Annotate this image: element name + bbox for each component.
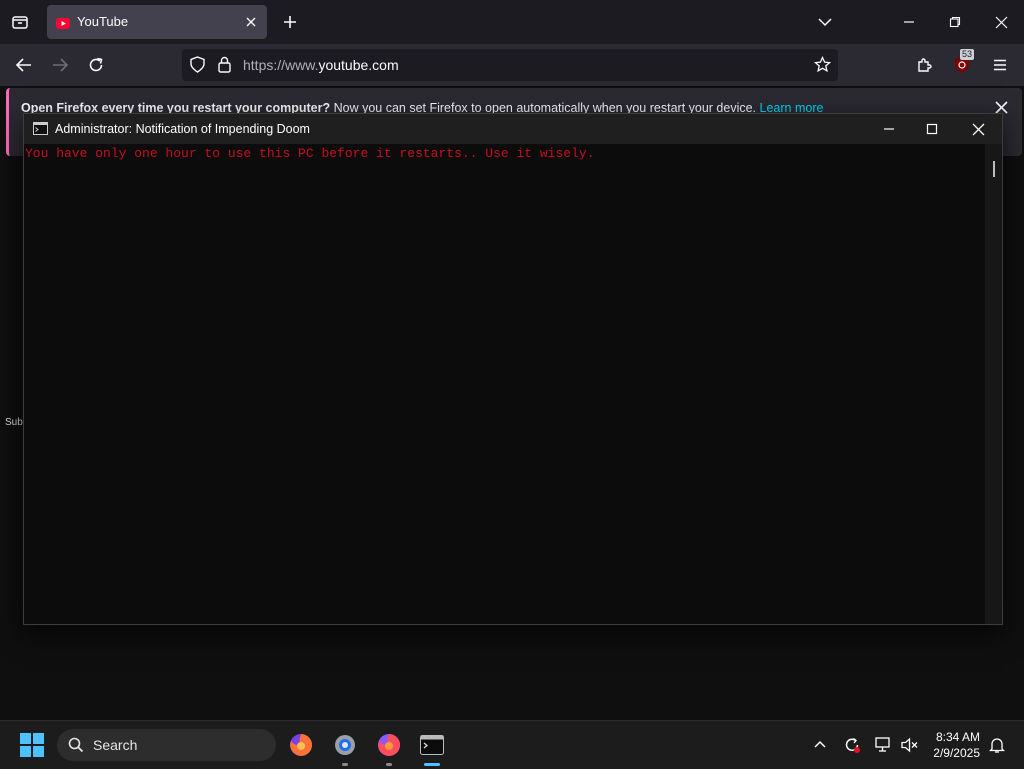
console-title-bar[interactable]: Administrator: Notification of Impending… <box>24 114 1002 144</box>
tab-list-chevron-down-icon[interactable] <box>814 11 836 33</box>
network-status-icon[interactable] <box>873 734 895 756</box>
console-app-icon <box>33 122 48 140</box>
console-minimize-icon[interactable] <box>878 118 900 140</box>
window-restore-icon[interactable] <box>944 11 966 33</box>
console-output-line: You have only one hour to use this PC be… <box>25 146 595 161</box>
settings-running-indicator <box>342 763 348 766</box>
forward-arrow-icon[interactable] <box>48 53 72 77</box>
terminal-active-indicator <box>424 763 440 766</box>
console-scrollbar-thumb[interactable] <box>993 161 995 177</box>
tab-title: YouTube <box>77 14 129 29</box>
taskbar-clock[interactable]: 8:34 AM 2/9/2025 <box>933 729 980 761</box>
clock-time: 8:34 AM <box>935 730 980 744</box>
url-text: https://www.youtube.com <box>243 57 399 73</box>
taskbar-settings-gear-icon[interactable] <box>332 732 358 758</box>
show-hidden-icons-chevron-up-icon[interactable] <box>810 734 830 754</box>
browser-tab-bar: YouTube <box>0 0 1024 44</box>
windows-start-icon[interactable] <box>20 733 44 757</box>
console-output-area[interactable]: You have only one hour to use this PC be… <box>24 144 984 624</box>
url-prefix: https://www. <box>243 57 319 73</box>
console-scrollbar[interactable] <box>985 144 1002 624</box>
notification-bell-icon[interactable] <box>986 734 1008 756</box>
window-close-icon[interactable] <box>990 11 1012 33</box>
extensions-puzzle-icon[interactable] <box>912 53 936 77</box>
console-title: Administrator: Notification of Impending… <box>55 122 310 136</box>
taskbar-firefox-icon[interactable] <box>288 732 314 758</box>
extension-badge: 53 <box>960 49 975 60</box>
console-maximize-icon[interactable] <box>921 118 943 140</box>
taskbar: Search 8:34 AM 2/9/2025 <box>0 720 1024 769</box>
taskbar-terminal-icon[interactable] <box>419 732 445 758</box>
url-domain: youtube.com <box>318 57 399 73</box>
search-label: Search <box>93 737 138 753</box>
reload-icon[interactable] <box>84 53 108 77</box>
search-icon <box>68 737 84 758</box>
address-bar[interactable]: https://www.youtube.com <box>182 49 838 81</box>
app-menu-hamburger-icon[interactable] <box>988 53 1012 77</box>
tab-close-icon[interactable] <box>245 15 257 33</box>
sync-status-icon[interactable] <box>841 734 863 756</box>
site-lock-icon[interactable] <box>218 56 231 78</box>
firefox-running-indicator <box>386 763 392 766</box>
clock-date: 2/9/2025 <box>933 746 980 760</box>
window-minimize-icon[interactable] <box>898 11 920 33</box>
tracking-protection-shield-icon[interactable] <box>190 56 205 78</box>
back-arrow-icon[interactable] <box>12 53 36 77</box>
console-window: Administrator: Notification of Impending… <box>23 113 1003 625</box>
youtube-favicon-icon <box>56 16 70 34</box>
taskbar-search-box[interactable]: Search <box>57 729 276 761</box>
console-close-icon[interactable] <box>967 118 989 140</box>
list-all-tabs-icon[interactable] <box>8 10 32 34</box>
bookmark-star-icon[interactable] <box>813 55 832 78</box>
new-tab-plus-icon[interactable] <box>279 11 301 33</box>
volume-muted-icon[interactable] <box>899 734 921 756</box>
taskbar-firefox-nightly-icon[interactable] <box>376 732 402 758</box>
tab-youtube[interactable]: YouTube <box>47 5 267 39</box>
ublock-extension-icon[interactable]: 53 <box>950 49 975 77</box>
